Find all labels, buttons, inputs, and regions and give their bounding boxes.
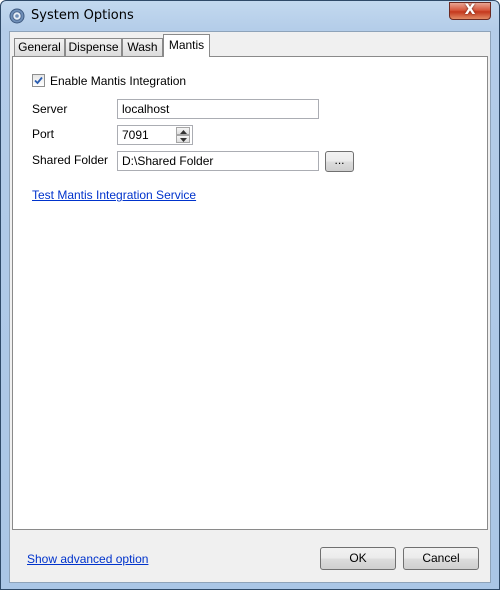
browse-folder-button[interactable]: ... [325, 151, 354, 172]
arrow-up-icon [180, 130, 187, 134]
shared-folder-label: Shared Folder [32, 153, 109, 167]
close-icon: X [464, 2, 476, 18]
gear-icon [9, 8, 25, 24]
show-advanced-link[interactable]: Show advanced option [27, 552, 148, 566]
test-mantis-link[interactable]: Test Mantis Integration Service [32, 188, 196, 202]
dialog-client-area: General Dispense Wash Mantis Enable Mant… [9, 31, 491, 583]
mantis-tab-panel: Enable Mantis Integration Server localho… [12, 56, 488, 530]
window-title: System Options [31, 8, 134, 23]
spin-down-button[interactable] [176, 135, 190, 143]
port-spinner [176, 127, 191, 145]
tab-general[interactable]: General [14, 38, 65, 56]
tab-wash[interactable]: Wash [122, 38, 163, 56]
title-bar[interactable]: System Options X [1, 1, 499, 31]
server-input[interactable]: localhost [117, 99, 319, 119]
enable-mantis-checkbox[interactable] [32, 74, 45, 87]
ok-button[interactable]: OK [320, 547, 396, 570]
shared-folder-input[interactable]: D:\Shared Folder [117, 151, 319, 171]
tab-strip: General Dispense Wash Mantis [12, 34, 490, 57]
spin-up-button[interactable] [176, 127, 190, 135]
enable-mantis-label[interactable]: Enable Mantis Integration [50, 74, 186, 88]
close-button[interactable]: X [449, 2, 491, 20]
server-label: Server [32, 102, 68, 116]
port-label: Port [32, 127, 55, 141]
arrow-down-icon [180, 138, 187, 142]
checkmark-icon [34, 76, 43, 85]
system-options-window: System Options X General Dispense Wash M… [0, 0, 500, 590]
cancel-button[interactable]: Cancel [403, 547, 479, 570]
tab-dispense[interactable]: Dispense [65, 38, 122, 56]
tab-mantis[interactable]: Mantis [163, 34, 210, 57]
